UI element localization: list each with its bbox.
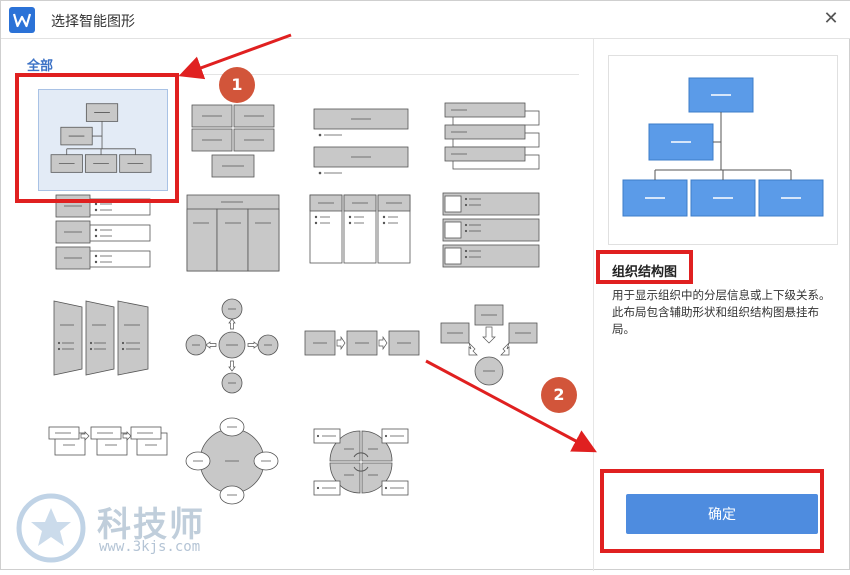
preview-pane: 组织结构图 用于显示组织中的分层信息或上下级关系。此布局包含辅助形状和组织结构图… bbox=[593, 39, 850, 571]
layout-column-cards[interactable] bbox=[306, 189, 436, 291]
layout-description: 用于显示组织中的分层信息或上下级关系。此布局包含辅助形状和组织结构图悬挂布局。 bbox=[612, 288, 831, 336]
layout-converging-arrows[interactable] bbox=[437, 297, 567, 399]
ok-button[interactable]: 确定 bbox=[626, 494, 818, 534]
category-divider bbox=[19, 74, 579, 75]
layout-grid-boxes[interactable] bbox=[184, 89, 314, 191]
dialog-title: 选择智能图形 bbox=[51, 14, 135, 30]
layout-name: 组织结构图 bbox=[612, 265, 678, 280]
layout-cycle-quadrants[interactable] bbox=[306, 409, 436, 511]
layout-org-chart[interactable] bbox=[38, 89, 168, 191]
layout-preview bbox=[608, 55, 838, 245]
layout-labeled-list[interactable] bbox=[50, 189, 180, 291]
layout-radial-cross[interactable] bbox=[181, 297, 311, 399]
title-bar: 选择智能图形 ✕ bbox=[1, 1, 850, 39]
layout-gallery: 全部 bbox=[1, 39, 591, 571]
wps-logo-icon bbox=[9, 7, 35, 33]
layout-picture-list[interactable] bbox=[437, 189, 567, 291]
layout-step-cards[interactable] bbox=[45, 409, 175, 511]
layout-funnel-panels[interactable] bbox=[50, 297, 180, 399]
close-icon[interactable]: ✕ bbox=[819, 7, 843, 31]
layout-table-columns[interactable] bbox=[181, 189, 311, 291]
smartart-dialog: 选择智能图形 ✕ 全部 组织结构图 用于显示组织中的分层信息或上下级关系。此布局… bbox=[0, 0, 850, 571]
layout-process-arrows[interactable] bbox=[301, 309, 431, 411]
tab-underline bbox=[19, 73, 67, 75]
tab-all[interactable]: 全部 bbox=[27, 55, 53, 74]
layout-circle-hub[interactable] bbox=[181, 409, 311, 511]
layout-bullet-list-bars[interactable] bbox=[306, 89, 436, 191]
layout-stacked-tabs[interactable] bbox=[437, 89, 567, 191]
